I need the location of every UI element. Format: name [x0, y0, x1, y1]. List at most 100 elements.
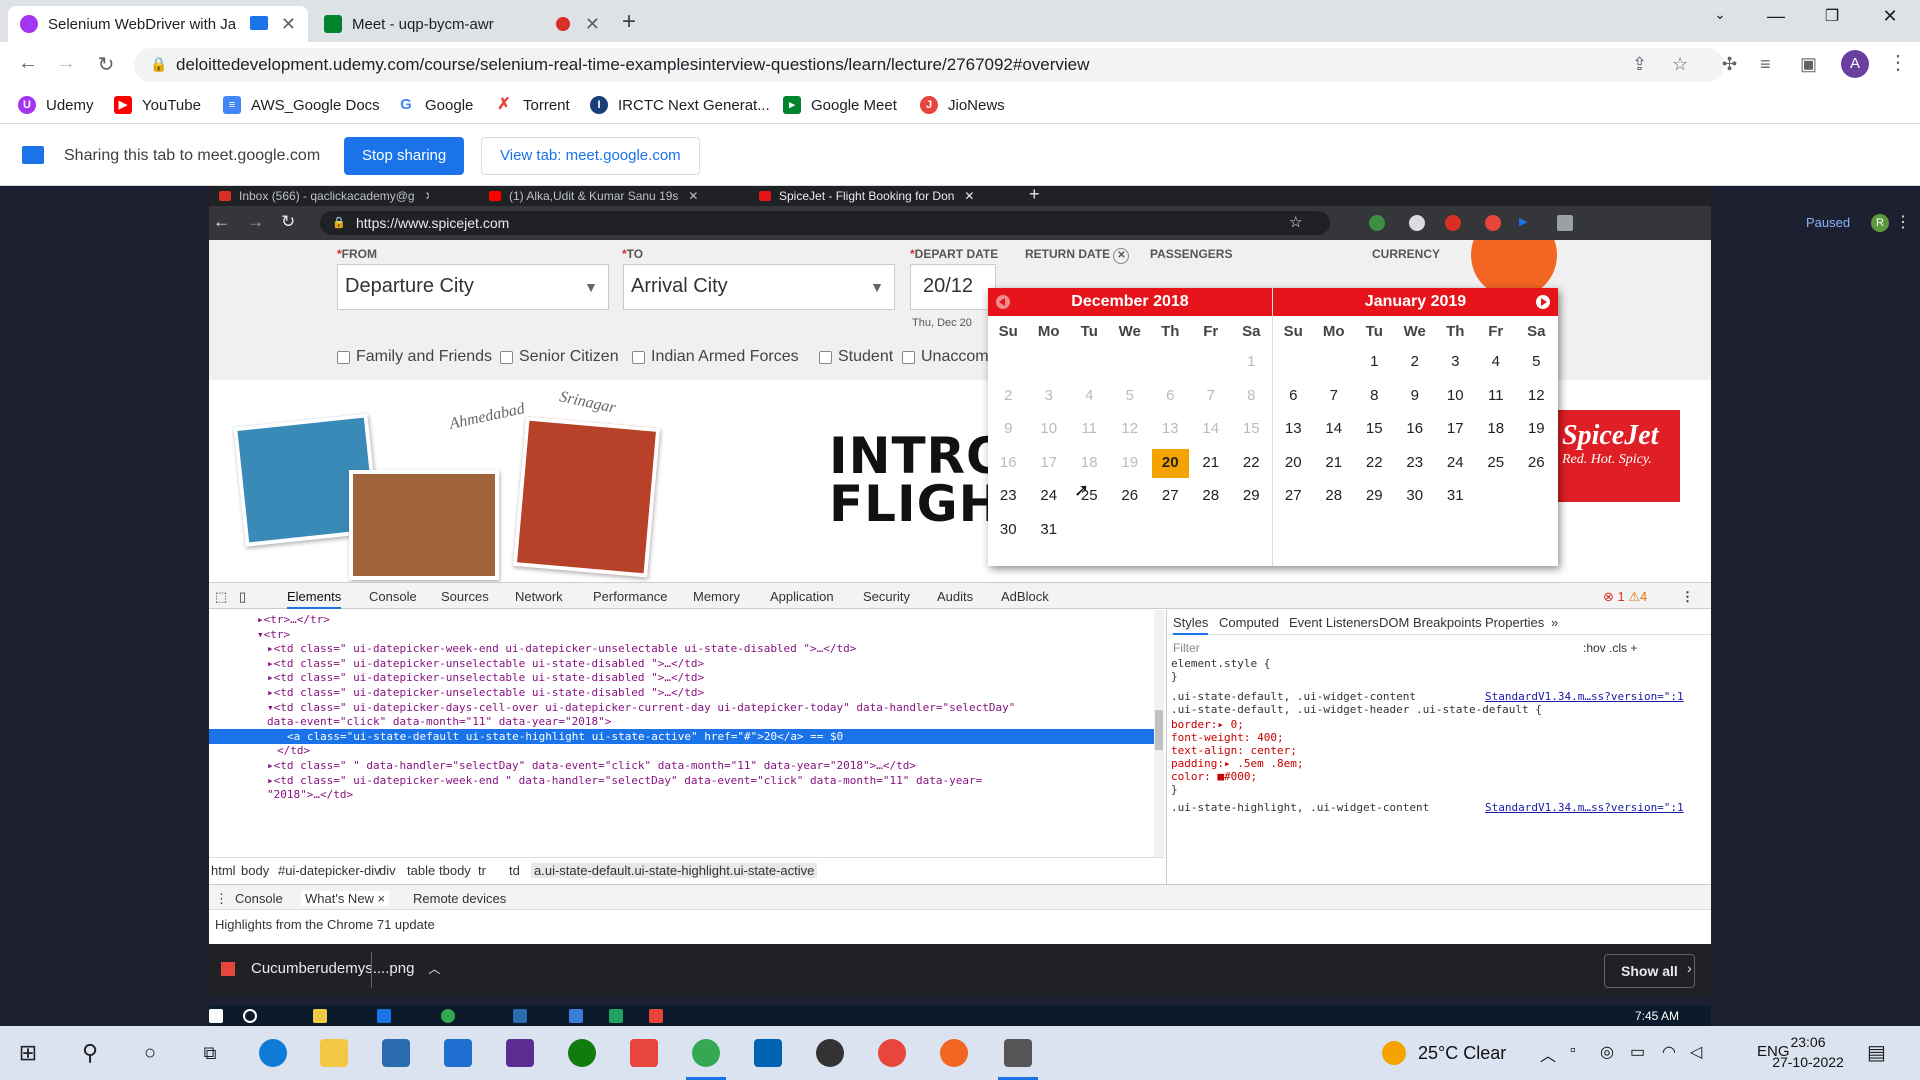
drawer-menu-icon[interactable]: ⋮ — [215, 891, 228, 907]
back-icon[interactable]: ← — [14, 52, 42, 75]
breadcrumb-item[interactable]: body — [241, 863, 269, 878]
play-icon[interactable]: ▶ — [1519, 215, 1535, 231]
styles-tab-properties[interactable]: Properties — [1485, 615, 1544, 630]
file-explorer-icon[interactable] — [320, 1039, 348, 1067]
stylesheet-link[interactable]: StandardV1.34.m…ss?version=":1 — [1485, 801, 1684, 814]
departure-city-select[interactable]: Departure City ▼ — [337, 264, 609, 310]
inner-address-bar[interactable]: 🔒 https://www.spicejet.com — [320, 211, 1330, 235]
inner-profile-avatar[interactable]: R — [1871, 214, 1889, 232]
calendar-day[interactable]: 29 — [1354, 480, 1395, 514]
breadcrumb-item[interactable]: #ui-datepicker-div — [278, 863, 381, 878]
extensions-icon[interactable]: ✣ — [1722, 54, 1737, 75]
calendar-day[interactable]: 21 — [1191, 447, 1232, 481]
checkbox-family-friends[interactable]: Family and Friends — [337, 348, 492, 366]
share-icon[interactable]: ⇪ — [1632, 54, 1647, 75]
breadcrumb-item[interactable]: a.ui-state-default.ui-state-highlight.ui… — [531, 863, 818, 878]
depart-date-input[interactable]: 20/12 — [910, 264, 996, 310]
bookmark-star-icon[interactable]: ☆ — [1672, 54, 1688, 75]
devtools-tab-performance[interactable]: Performance — [593, 589, 667, 604]
calendar-day[interactable]: 8 — [1354, 380, 1395, 414]
styles-tab-event-listeners[interactable]: Event Listeners — [1289, 615, 1379, 630]
elements-scrollbar[interactable] — [1154, 610, 1164, 857]
selected-dom-node[interactable]: <a class="ui-state-default ui-state-high… — [209, 728, 1154, 744]
checkbox-unaccompanied[interactable]: Unaccom — [902, 348, 989, 366]
inspect-icon[interactable]: ⬚ — [215, 589, 227, 605]
reload-icon[interactable]: ↻ — [281, 212, 295, 232]
bookmark-youtube[interactable]: ▶ YouTube — [114, 96, 201, 114]
calendar-day[interactable]: 15 — [1354, 413, 1395, 447]
office-icon[interactable] — [630, 1039, 658, 1067]
tray-app-icon[interactable]: ◎ — [1600, 1042, 1614, 1062]
dom-node-line[interactable]: </td> — [209, 743, 1154, 758]
calendar-day[interactable]: 29 — [1231, 480, 1272, 514]
inner-tab-inbox[interactable]: Inbox (566) - qaclickacademy@g ✕ — [219, 186, 429, 206]
device-toolbar-icon[interactable]: ▯ — [239, 589, 246, 605]
devtools-tab-adblock[interactable]: AdBlock — [1001, 589, 1049, 604]
styles-tab-styles[interactable]: Styles — [1173, 615, 1209, 635]
windows-start-icon[interactable]: ⊞ — [14, 1039, 42, 1067]
dom-node-line[interactable]: ▸<td class=" ui-datepicker-unselectable … — [209, 685, 1154, 700]
download-item[interactable]: Cucumberudemys....png ︿ — [221, 960, 440, 977]
edge-icon[interactable] — [259, 1039, 287, 1067]
devtools-tab-memory[interactable]: Memory — [693, 589, 740, 604]
tab-selenium-course[interactable]: Selenium WebDriver with Ja ✕ — [8, 6, 308, 42]
prev-month-icon[interactable] — [996, 295, 1010, 309]
show-all-downloads-button[interactable]: Show all — [1604, 954, 1695, 988]
calendar-day[interactable]: 28 — [1191, 480, 1232, 514]
forward-icon[interactable]: → — [52, 52, 80, 75]
stop-sharing-button[interactable]: Stop sharing — [344, 137, 465, 175]
dom-node-line[interactable]: ▸<td class=" ui-datepicker-unselectable … — [209, 670, 1154, 685]
inner-tab-youtube[interactable]: (1) Alka,Udit & Kumar Sanu 19s ✕ — [489, 186, 705, 206]
devtools-tab-network[interactable]: Network — [515, 589, 563, 604]
calendar-day[interactable]: 28 — [1314, 480, 1355, 514]
checkbox-armed-forces[interactable]: Indian Armed Forces — [632, 348, 799, 366]
dom-node-line[interactable]: ▸<tr>…</tr> — [209, 612, 1154, 627]
calendar-day[interactable]: 30 — [1395, 480, 1436, 514]
forward-icon[interactable]: → — [247, 212, 264, 232]
extension-icon[interactable] — [1557, 215, 1573, 231]
bookmark-star-icon[interactable]: ☆ — [1289, 213, 1302, 231]
back-icon[interactable]: ← — [213, 212, 230, 232]
calendar-day[interactable]: 11 — [1476, 380, 1517, 414]
devtools-tab-sources[interactable]: Sources — [441, 589, 489, 604]
drawer-tab-console[interactable]: Console — [235, 891, 283, 906]
calendar-day[interactable]: 26 — [1516, 447, 1557, 481]
breadcrumb-item[interactable]: tbody — [439, 863, 471, 878]
search-icon[interactable]: ⚲ — [76, 1039, 104, 1067]
stylesheet-link[interactable]: StandardV1.34.m…ss?version=":1 — [1485, 690, 1684, 703]
adblock-icon[interactable] — [1485, 215, 1501, 231]
chrome-icon[interactable] — [686, 1039, 726, 1080]
calendar-day[interactable]: 14 — [1314, 413, 1355, 447]
address-bar[interactable]: 🔒 deloittedevelopment.udemy.com/course/s… — [134, 48, 1724, 82]
snipping-tool-icon[interactable] — [998, 1039, 1038, 1080]
calendar-day[interactable]: 5 — [1516, 346, 1557, 380]
media-control-icon[interactable]: ≡ — [1760, 54, 1771, 75]
dom-node-line[interactable]: ▸<td class=" ui-datepicker-unselectable … — [209, 656, 1154, 671]
task-view-icon[interactable]: ⧉ — [196, 1039, 224, 1067]
devtools-tab-elements[interactable]: Elements — [287, 589, 342, 609]
bookmark-google[interactable]: G Google — [397, 96, 473, 114]
calendar-day[interactable]: 27 — [1150, 480, 1191, 514]
devtools-tab-audits[interactable]: Audits — [937, 589, 973, 604]
calendar-day[interactable]: 3 — [1435, 346, 1476, 380]
close-tab-icon[interactable]: ✕ — [585, 14, 600, 35]
close-window-icon[interactable]: ✕ — [1870, 6, 1910, 27]
calendar-day[interactable]: 21 — [1314, 447, 1355, 481]
calendar-day[interactable]: 26 — [1110, 480, 1151, 514]
calendar-day[interactable]: 4 — [1476, 346, 1517, 380]
calendar-day[interactable]: 22 — [1231, 447, 1272, 481]
chevron-up-icon[interactable]: ︿ — [428, 960, 440, 977]
extension-icon[interactable] — [1445, 215, 1461, 231]
restore-icon[interactable]: ❐ — [1812, 6, 1852, 26]
calendar-day[interactable]: 13 — [1273, 413, 1314, 447]
more-tabs-icon[interactable]: » — [1551, 615, 1558, 630]
tray-app-icon[interactable]: ▫ — [1570, 1042, 1576, 1060]
cortana-icon[interactable]: ○ — [136, 1039, 164, 1067]
dom-node-line[interactable]: ▸<td class=" ui-datepicker-week-end " da… — [209, 773, 1154, 788]
drawer-tab-remote-devices[interactable]: Remote devices — [413, 891, 506, 906]
calendar-day[interactable]: 9 — [1395, 380, 1436, 414]
close-tab-icon[interactable]: ✕ — [425, 189, 429, 203]
paused-label[interactable]: Paused — [1806, 215, 1850, 230]
xbox-icon[interactable] — [568, 1039, 596, 1067]
calendar-day[interactable]: 22 — [1354, 447, 1395, 481]
